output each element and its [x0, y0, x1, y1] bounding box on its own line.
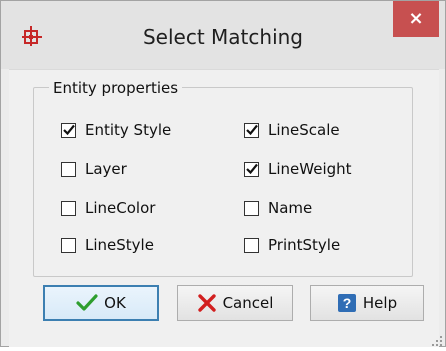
- checkbox-box[interactable]: [244, 122, 259, 138]
- checkbox-label: PrintStyle: [268, 236, 341, 254]
- cancel-button[interactable]: Cancel: [177, 285, 293, 321]
- checkbox-name[interactable]: Name: [244, 197, 312, 219]
- title-bar[interactable]: Select Matching ×: [1, 1, 445, 69]
- help-icon: ?: [337, 293, 357, 313]
- dialog-window: Select Matching × Entity properties Enti…: [0, 0, 446, 347]
- help-button[interactable]: ? Help: [310, 285, 424, 321]
- cross-icon: [197, 293, 217, 313]
- close-button[interactable]: ×: [393, 1, 439, 37]
- checkbox-label: LineColor: [85, 199, 156, 217]
- checkbox-box[interactable]: [244, 237, 259, 253]
- resize-grip-icon[interactable]: [431, 332, 443, 346]
- window-title: Select Matching: [142, 25, 303, 49]
- group-label: Entity properties: [49, 79, 183, 97]
- help-label: Help: [362, 294, 398, 312]
- checkbox-layer[interactable]: Layer: [61, 158, 127, 180]
- checkbox-entity-style[interactable]: Entity Style: [61, 119, 171, 141]
- ok-button[interactable]: OK: [43, 285, 159, 321]
- checkbox-box[interactable]: [61, 161, 76, 177]
- checkbox-label: Name: [268, 199, 313, 217]
- checkbox-box[interactable]: [61, 237, 76, 253]
- ok-label: OK: [104, 294, 126, 312]
- checkbox-label: LineWeight: [268, 160, 352, 178]
- checkbox-label: Entity Style: [85, 121, 172, 139]
- checkbox-box[interactable]: [61, 122, 76, 138]
- checkbox-linescale[interactable]: LineScale: [244, 119, 340, 141]
- checkbox-lineweight[interactable]: LineWeight: [244, 158, 352, 180]
- checkmark-icon: [76, 294, 98, 312]
- svg-text:?: ?: [343, 295, 352, 311]
- checkbox-linecolor[interactable]: LineColor: [61, 197, 155, 219]
- cancel-label: Cancel: [222, 294, 274, 312]
- checkbox-box[interactable]: [244, 200, 259, 216]
- checkbox-label: Layer: [85, 160, 127, 178]
- close-icon: ×: [408, 8, 424, 29]
- checkbox-label: LineStyle: [85, 236, 154, 254]
- checkbox-label: LineScale: [268, 121, 340, 139]
- checkbox-linestyle[interactable]: LineStyle: [61, 234, 154, 256]
- checkbox-box[interactable]: [61, 200, 76, 216]
- checkbox-printstyle[interactable]: PrintStyle: [244, 234, 340, 256]
- checkbox-box[interactable]: [244, 161, 259, 177]
